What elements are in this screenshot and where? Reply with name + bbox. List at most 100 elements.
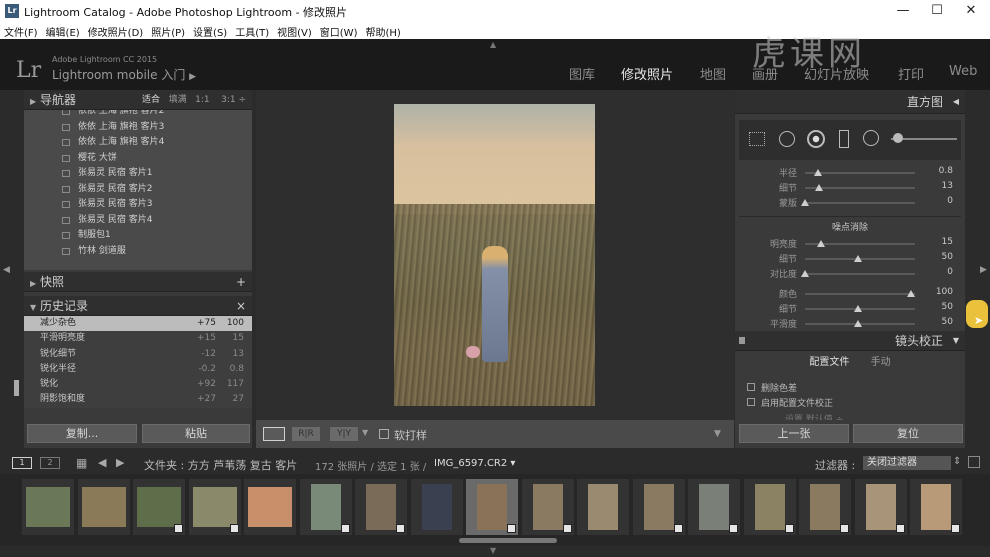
collection-item[interactable]: 张易灵 民宿 客片2: [24, 182, 252, 198]
slider-track[interactable]: [801, 199, 915, 206]
filmstrip-thumbnail[interactable]: [244, 479, 296, 535]
menu-item[interactable]: 窗口(W): [316, 22, 362, 39]
reset-button[interactable]: 复位: [853, 424, 963, 443]
grid-view-icon[interactable]: ▦: [76, 456, 87, 470]
slider-value[interactable]: 50: [942, 252, 953, 262]
history-item[interactable]: 阴影饱和度 +27 27: [24, 392, 252, 407]
graduated-filter-icon[interactable]: [839, 130, 849, 148]
spot-removal-icon[interactable]: [779, 131, 795, 147]
filmstrip-thumbnail[interactable]: [355, 479, 407, 535]
left-panel-toggle-icon[interactable]: ◀: [3, 265, 10, 275]
before-after-icon[interactable]: R|R: [292, 427, 320, 441]
filmstrip-thumbnail[interactable]: [577, 479, 629, 535]
navigator-header[interactable]: ▶ 导航器 适合 填满 1:1 3:1 ÷: [24, 90, 252, 110]
collection-item[interactable]: 依依 上海 旗袍 客片4: [24, 135, 252, 151]
crop-tool-icon[interactable]: [749, 132, 765, 146]
red-eye-icon[interactable]: [807, 130, 825, 148]
slider-value[interactable]: 0: [947, 196, 953, 206]
slider-knob[interactable]: [907, 290, 915, 297]
slider-track[interactable]: [805, 305, 915, 312]
collection-item[interactable]: 张易灵 民宿 客片4: [24, 213, 252, 229]
profile-correction-checkbox[interactable]: [747, 398, 755, 406]
history-item[interactable]: 锐化细节 -12 13: [24, 347, 252, 362]
slider-knob[interactable]: [813, 169, 822, 176]
module-tab[interactable]: 修改照片: [621, 64, 673, 83]
paste-settings-button[interactable]: 粘贴: [142, 424, 250, 443]
slider-track[interactable]: [805, 169, 915, 176]
module-tab[interactable]: 图库: [569, 64, 595, 83]
slider-knob[interactable]: [854, 320, 862, 327]
collapse-bottom-icon[interactable]: ▼: [490, 546, 496, 555]
navigator-zoom-options[interactable]: 适合 填满 1:1 3:1 ÷: [142, 90, 246, 110]
collection-item[interactable]: 张易灵 民宿 客片3: [24, 197, 252, 213]
slider-track[interactable]: [805, 240, 915, 247]
collection-item[interactable]: 樱花 大饼: [24, 151, 252, 167]
filmstrip-scrollbar[interactable]: [459, 538, 557, 543]
slider-knob[interactable]: [854, 305, 862, 312]
slider-track[interactable]: [805, 184, 915, 191]
history-item[interactable]: 平滑明亮度 +15 15: [24, 331, 252, 346]
minimize-icon[interactable]: —: [886, 0, 920, 22]
slider-value[interactable]: 13: [942, 181, 953, 191]
collection-item[interactable]: 制服包1: [24, 228, 252, 244]
add-snapshot-button[interactable]: +: [236, 272, 246, 292]
slider-knob[interactable]: [814, 184, 823, 191]
slider-value[interactable]: 15: [942, 237, 953, 247]
menu-item[interactable]: 编辑(E): [42, 22, 84, 39]
menu-item[interactable]: 工具(T): [231, 22, 273, 39]
filmstrip-thumbnail[interactable]: [688, 479, 740, 535]
slider-track[interactable]: [805, 255, 915, 262]
current-filename[interactable]: IMG_6597.CR2 ▾: [434, 458, 515, 469]
slider-knob[interactable]: [801, 199, 809, 206]
slider-track[interactable]: [805, 320, 915, 327]
menu-item[interactable]: 修改照片(D): [84, 22, 148, 39]
filmstrip-thumbnail[interactable]: [854, 479, 907, 535]
collapse-top-icon[interactable]: ▲: [490, 40, 496, 49]
module-tab[interactable]: Web: [949, 64, 977, 79]
lr-mobile-link[interactable]: Lightroom mobile 入门 ▶: [52, 66, 196, 83]
slider-value[interactable]: 50: [942, 302, 953, 312]
slider-track[interactable]: [805, 290, 915, 297]
lens-correction-header[interactable]: 镜头校正 ▼: [735, 331, 965, 351]
maximize-icon[interactable]: ☐: [920, 0, 954, 22]
filmstrip-thumbnail[interactable]: [133, 479, 185, 535]
loupe-view-icon[interactable]: [263, 427, 285, 441]
filmstrip-thumbnail[interactable]: [22, 479, 74, 535]
filmstrip-thumbnail[interactable]: [466, 479, 518, 535]
menu-item[interactable]: 照片(P): [147, 22, 189, 39]
menu-item[interactable]: 文件(F): [0, 22, 42, 39]
before-after-split-icon[interactable]: Y|Y: [330, 427, 358, 441]
collection-item[interactable]: 依依 上海 旗袍 客片2: [24, 110, 252, 120]
collection-item[interactable]: 竹林 剑道服: [24, 244, 252, 260]
tab-profile[interactable]: 配置文件: [809, 357, 849, 368]
slider-knob[interactable]: [854, 255, 862, 262]
snapshots-header[interactable]: ▶ 快照 +: [24, 272, 252, 292]
collection-item[interactable]: 依依 上海 旗袍 客片3: [24, 120, 252, 136]
soft-proof-checkbox[interactable]: [379, 429, 389, 439]
remove-ca-checkbox[interactable]: [747, 383, 755, 391]
collection-item[interactable]: 张易灵 民宿 客片1: [24, 166, 252, 182]
menu-item[interactable]: 视图(V): [273, 22, 316, 39]
history-header[interactable]: ▼ 历史记录 ×: [24, 296, 252, 316]
slider-value[interactable]: 0: [947, 267, 953, 277]
close-icon[interactable]: ✕: [954, 0, 988, 22]
menu-item[interactable]: 设置(S): [189, 22, 231, 39]
history-item[interactable]: 锐化 +92 117: [24, 377, 252, 392]
monitor-2-button[interactable]: 2: [40, 457, 60, 469]
filmstrip-thumbnail[interactable]: [910, 479, 962, 535]
right-panel-toggle-icon[interactable]: ▶: [980, 265, 987, 275]
view-dropdown-icon[interactable]: ▼: [362, 428, 368, 437]
folder-source[interactable]: 文件夹 : 方方 芦苇荡 复古 客片: [144, 457, 297, 473]
menu-item[interactable]: 帮助(H): [361, 22, 404, 39]
filmstrip-thumbnail[interactable]: [299, 479, 352, 535]
clear-history-button[interactable]: ×: [236, 296, 246, 316]
filmstrip-thumbnail[interactable]: [188, 479, 241, 535]
toolbar-menu-icon[interactable]: ▼: [714, 429, 721, 439]
module-tab[interactable]: 打印: [898, 64, 924, 83]
slider-track[interactable]: [801, 270, 915, 277]
filmstrip-thumbnail[interactable]: [632, 479, 685, 535]
filmstrip-thumbnail[interactable]: [410, 479, 463, 535]
filmstrip-thumbnail[interactable]: [77, 479, 130, 535]
history-item[interactable]: 锐化半径 -0.2 0.8: [24, 362, 252, 377]
previous-button[interactable]: 上一张: [739, 424, 849, 443]
